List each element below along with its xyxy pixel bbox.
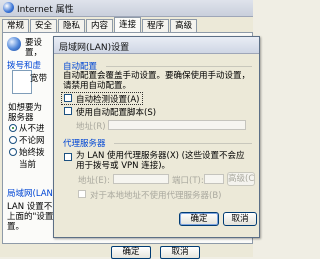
auto-config-script-label[interactable]: 使用自动配置脚本(S) xyxy=(76,106,156,118)
never-dial-label: 从不进 xyxy=(19,124,45,134)
auto-config-description: 自动配置会覆盖手动设置。要确保使用手动设置，请禁用自动配置。 xyxy=(63,71,251,91)
tab-security[interactable]: 安全 xyxy=(30,19,58,32)
tab-connections[interactable]: 连接 xyxy=(114,17,142,32)
lan-settings-dialog: 局域网(LAN)设置 自动配置 自动配置会覆盖手动设置。要确保使用手动设置，请禁… xyxy=(53,36,260,238)
internet-properties-title: Internet 属性 xyxy=(17,5,74,15)
dial-when-no-network-radio[interactable] xyxy=(9,136,17,144)
script-address-label: 地址(R) xyxy=(76,122,106,132)
tab-programs[interactable]: 程序 xyxy=(142,19,170,32)
tab-advanced[interactable]: 高级 xyxy=(170,19,198,32)
use-proxy-label[interactable]: 为 LAN 使用代理服务器(X) (这些设置不会应用于拨号或 VPN 连接)。 xyxy=(76,151,252,171)
proxy-group-title: 代理服务器 xyxy=(63,139,106,149)
auto-config-script-checkbox[interactable] xyxy=(64,107,72,115)
use-proxy-checkbox[interactable] xyxy=(64,153,72,161)
setup-globe-icon xyxy=(7,37,21,51)
lan-text-line3: 置。 xyxy=(7,222,25,232)
lan-group-title: 局域网(LAN xyxy=(7,189,53,199)
always-dial-radio[interactable] xyxy=(9,148,17,156)
script-address-input[interactable] xyxy=(108,120,246,130)
proxy-advanced-button[interactable]: 高级(C) xyxy=(227,172,255,186)
dial-when-no-network-label: 不论网 xyxy=(19,136,45,146)
current-default-label: 当前 xyxy=(19,160,37,170)
internet-properties-titlebar: Internet 属性 xyxy=(0,0,253,17)
proxy-address-input[interactable] xyxy=(113,174,169,184)
bypass-local-checkbox[interactable] xyxy=(78,190,86,198)
setup-text-line2: 置， xyxy=(25,48,43,58)
lan-cancel-button[interactable]: 取消 xyxy=(223,212,257,226)
proxy-group-divider xyxy=(114,143,252,144)
proxy-port-label: 端口(T): xyxy=(172,176,204,186)
proxy-address-label: 地址(E): xyxy=(78,176,110,186)
lan-ok-button[interactable]: 确定 xyxy=(179,212,219,226)
internet-globe-icon xyxy=(3,2,14,13)
proxy-port-input[interactable] xyxy=(204,174,224,184)
auto-config-group-divider xyxy=(106,66,252,67)
broadband-connection-item[interactable]: 宽带 xyxy=(30,72,47,84)
lan-settings-titlebar[interactable]: 局域网(LAN)设置 xyxy=(54,37,259,54)
never-dial-radio[interactable] xyxy=(9,124,17,132)
tab-privacy[interactable]: 隐私 xyxy=(58,19,86,32)
properties-ok-button[interactable]: 确定 xyxy=(111,246,151,259)
properties-cancel-button[interactable]: 取消 xyxy=(160,246,200,259)
tab-general[interactable]: 常规 xyxy=(2,19,30,32)
dialup-connections-list[interactable] xyxy=(12,70,32,94)
bypass-local-label[interactable]: 对于本地地址不使用代理服务器(B) xyxy=(90,189,221,201)
tab-content[interactable]: 内容 xyxy=(86,19,114,32)
auto-detect-checkbox[interactable] xyxy=(64,94,72,102)
lan-settings-title: 局域网(LAN)设置 xyxy=(59,43,130,53)
always-dial-label: 始终拨 xyxy=(19,148,45,158)
properties-tab-strip: 常规 安全 隐私 内容 连接 程序 高级 xyxy=(2,17,198,33)
auto-detect-label[interactable]: 自动检测设置(A) xyxy=(76,93,139,105)
